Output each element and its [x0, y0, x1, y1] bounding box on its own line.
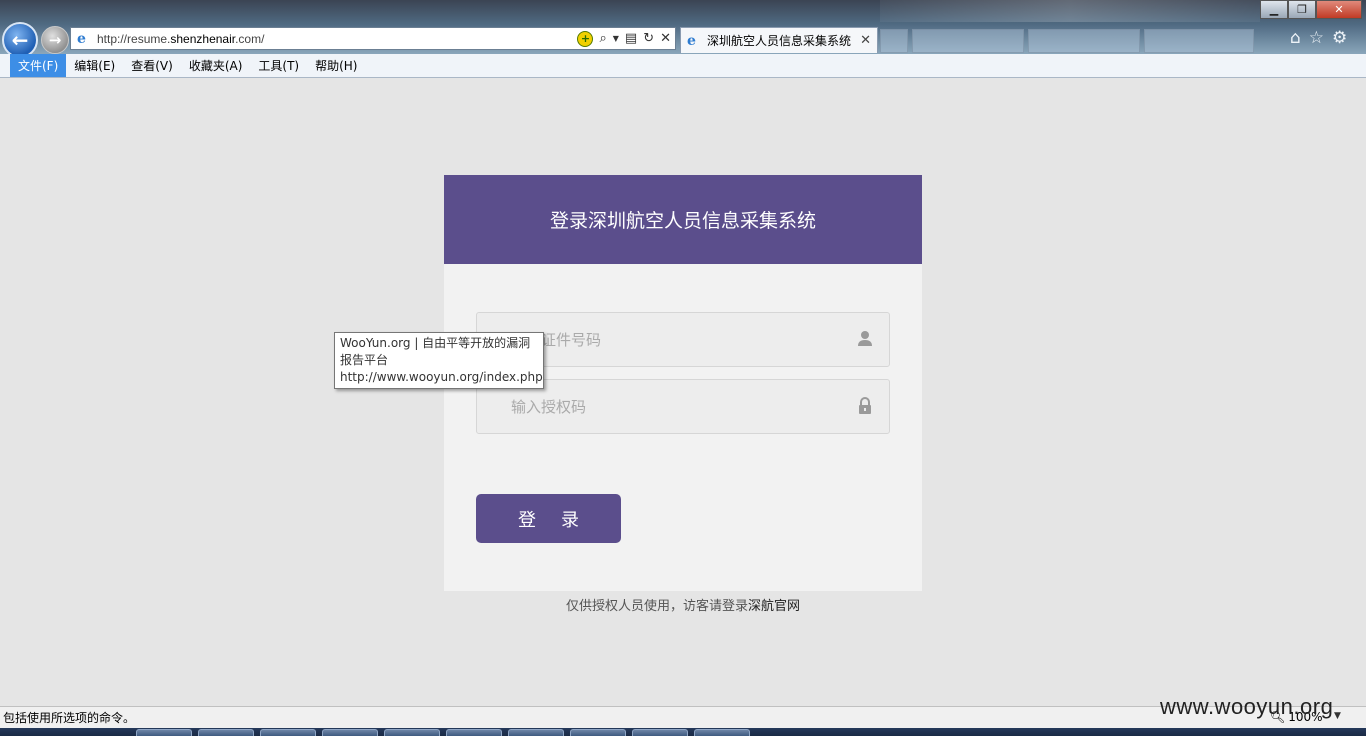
titlebar-highlight	[880, 0, 1260, 22]
tab-background-2[interactable]	[1028, 29, 1140, 53]
forward-button[interactable]: →	[41, 26, 69, 54]
menu-file[interactable]: 文件(F)	[10, 54, 67, 77]
taskbar-button[interactable]	[508, 729, 564, 736]
taskbar-button[interactable]	[198, 729, 254, 736]
login-title: 登录深圳航空人员信息采集系统	[549, 210, 816, 232]
tab-ie-icon: e	[687, 32, 696, 49]
menu-help[interactable]: 帮助(H)	[307, 54, 365, 77]
menu-view[interactable]: 查看(V)	[123, 54, 181, 77]
login-header: 登录深圳航空人员信息采集系统	[444, 175, 922, 264]
refresh-icon[interactable]: ↻	[643, 31, 654, 46]
tooltip-line-3: http://www.wooyun.org/index.php	[340, 370, 543, 384]
login-button[interactable]: 登 录	[476, 494, 621, 543]
search-icon[interactable]: ⌕	[599, 31, 606, 46]
tab-close-icon[interactable]: ✕	[860, 33, 871, 48]
access-note-text: 仅供授权人员使用，访客请登录	[565, 599, 748, 614]
browser-toolbar-icons: ⌂ ☆ ⚙	[1290, 28, 1347, 48]
link-tooltip: WooYun.org | 自由平等开放的漏洞 报告平台 http://www.w…	[334, 332, 544, 389]
back-arrow-icon: ←	[11, 28, 29, 52]
settings-gear-icon[interactable]: ⚙	[1332, 28, 1347, 48]
dropdown-icon[interactable]: ▼	[613, 34, 619, 43]
menu-edit[interactable]: 编辑(E)	[66, 54, 123, 77]
favorites-star-icon[interactable]: ☆	[1309, 28, 1324, 48]
taskbar-button[interactable]	[260, 729, 316, 736]
minimize-button[interactable]: ▁	[1260, 0, 1288, 19]
stop-icon[interactable]: ✕	[660, 31, 671, 46]
tab-active[interactable]: e 深圳航空人员信息采集系统 ✕	[680, 27, 878, 53]
taskbar-button[interactable]	[384, 729, 440, 736]
official-site-link[interactable]: 深航官网	[748, 599, 800, 614]
id-number-input[interactable]	[511, 330, 831, 349]
menu-favorites[interactable]: 收藏夹(A)	[181, 54, 251, 77]
access-note: 仅供授权人员使用，访客请登录深航官网	[444, 595, 922, 614]
address-bar[interactable]: e http://resume.shenzhenair.com/ + ⌕ ▼ ▤…	[70, 27, 676, 50]
watermark: www.wooyun.org	[1160, 694, 1334, 719]
menu-tools[interactable]: 工具(T)	[250, 54, 307, 77]
auth-code-input[interactable]	[511, 397, 831, 416]
new-tab-button[interactable]	[880, 29, 908, 53]
tooltip-line-1: WooYun.org | 自由平等开放的漏洞	[340, 336, 531, 350]
tab-title: 深圳航空人员信息采集系统	[707, 34, 852, 48]
compatibility-view-icon[interactable]: +	[577, 30, 594, 47]
address-bar-icons: + ⌕ ▼ ▤ ↻ ✕	[577, 30, 675, 47]
zoom-dropdown-icon[interactable]: ▼	[1334, 711, 1341, 721]
url-text[interactable]: http://resume.shenzhenair.com/	[97, 32, 577, 46]
lock-icon	[859, 397, 871, 414]
close-window-button[interactable]: ✕	[1316, 0, 1362, 19]
taskbar-button[interactable]	[322, 729, 378, 736]
forward-arrow-icon: →	[48, 31, 62, 49]
url-suffix: .com/	[235, 31, 265, 46]
url-domain: shenzhenair	[170, 31, 236, 46]
url-prefix: http://resume.	[97, 31, 171, 46]
ie-logo-icon: e	[77, 30, 86, 47]
taskbar-button[interactable]	[570, 729, 626, 736]
tab-background-1[interactable]	[912, 29, 1024, 53]
taskbar-button[interactable]	[694, 729, 750, 736]
tab-background-3[interactable]	[1144, 29, 1254, 53]
page-icon[interactable]: ▤	[625, 31, 637, 46]
menu-bar: 文件(F) 编辑(E) 查看(V) 收藏夹(A) 工具(T) 帮助(H)	[0, 54, 1366, 78]
taskbar-button[interactable]	[136, 729, 192, 736]
home-icon[interactable]: ⌂	[1290, 28, 1301, 48]
taskbar-button[interactable]	[632, 729, 688, 736]
back-button[interactable]: ←	[2, 22, 38, 58]
window-controls: ▁ ❐ ✕	[1260, 0, 1362, 19]
taskbar-button[interactable]	[446, 729, 502, 736]
status-text: 包括使用所选项的命令。	[3, 711, 136, 725]
restore-button[interactable]: ❐	[1288, 0, 1316, 19]
tooltip-line-2: 报告平台	[340, 353, 389, 367]
user-icon	[858, 331, 872, 346]
